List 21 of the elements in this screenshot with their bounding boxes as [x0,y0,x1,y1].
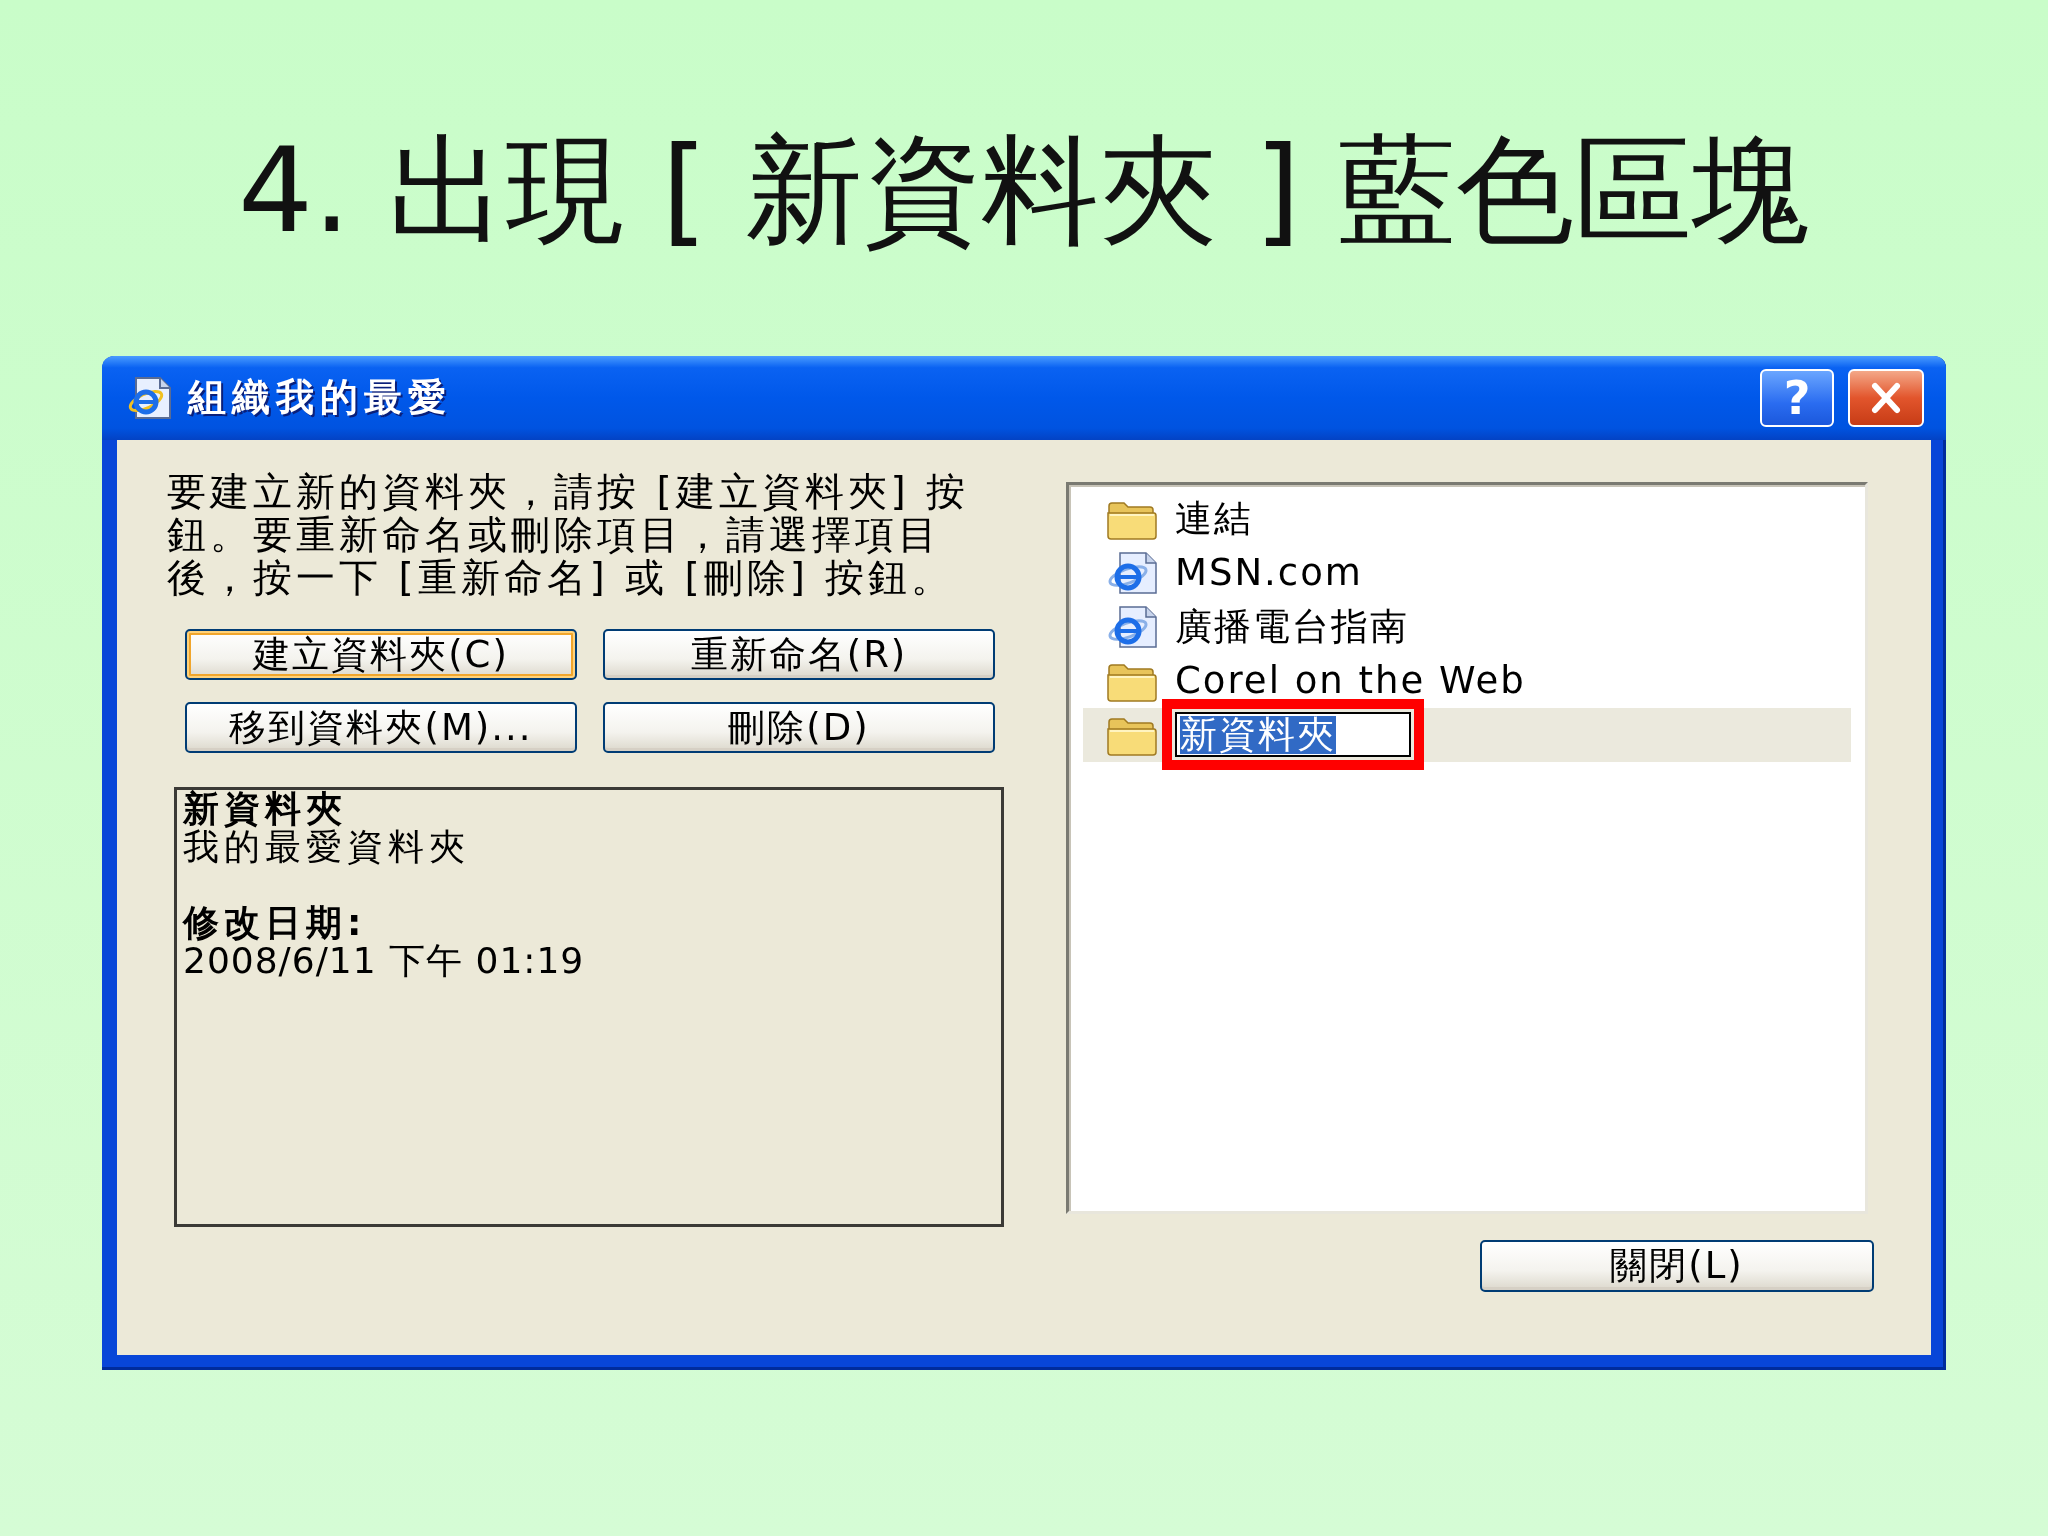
dialog-button[interactable]: 重新命名(R) [603,628,995,680]
dialog-button[interactable]: 刪除(D) [603,701,995,753]
modified-label: 修改日期: [183,903,368,942]
window-title: 組織我的最愛 [188,374,453,422]
close-dialog-button[interactable]: 關閉(L) [1480,1239,1874,1292]
favorite-item[interactable]: MSN.com [1083,545,1851,600]
close-button[interactable] [1848,368,1924,427]
web-page-icon [126,375,174,420]
web-page-icon [1106,551,1158,594]
help-button[interactable]: ? [1760,368,1834,427]
item-name: 新資料夾 [183,789,348,828]
modified-date: 2008/6/11 下午 01:19 [183,941,586,980]
favorite-item[interactable]: 廣播電台指南 [1083,599,1851,654]
item-type: 我的最愛資料夾 [183,827,471,866]
instruction-text: 要建立新的資料夾，請按 [建立資料夾] 按鈕。要重新命名或刪除項目，請選擇項目後，按一下 [重新命名] 或 [刪除] 按鈕。 [167,469,971,599]
dialog-button[interactable]: 建立資料夾(C) [185,628,577,680]
web-page-icon [1106,605,1158,648]
slide-title: 4. 出現 [ 新資料夾 ] 藍色區塊 [236,126,1812,256]
dialog-button[interactable]: 移到資料夾(M)... [185,701,577,753]
favorite-item[interactable]: 連結 [1083,491,1851,546]
rename-field[interactable]: 新資料夾 [1175,712,1411,758]
